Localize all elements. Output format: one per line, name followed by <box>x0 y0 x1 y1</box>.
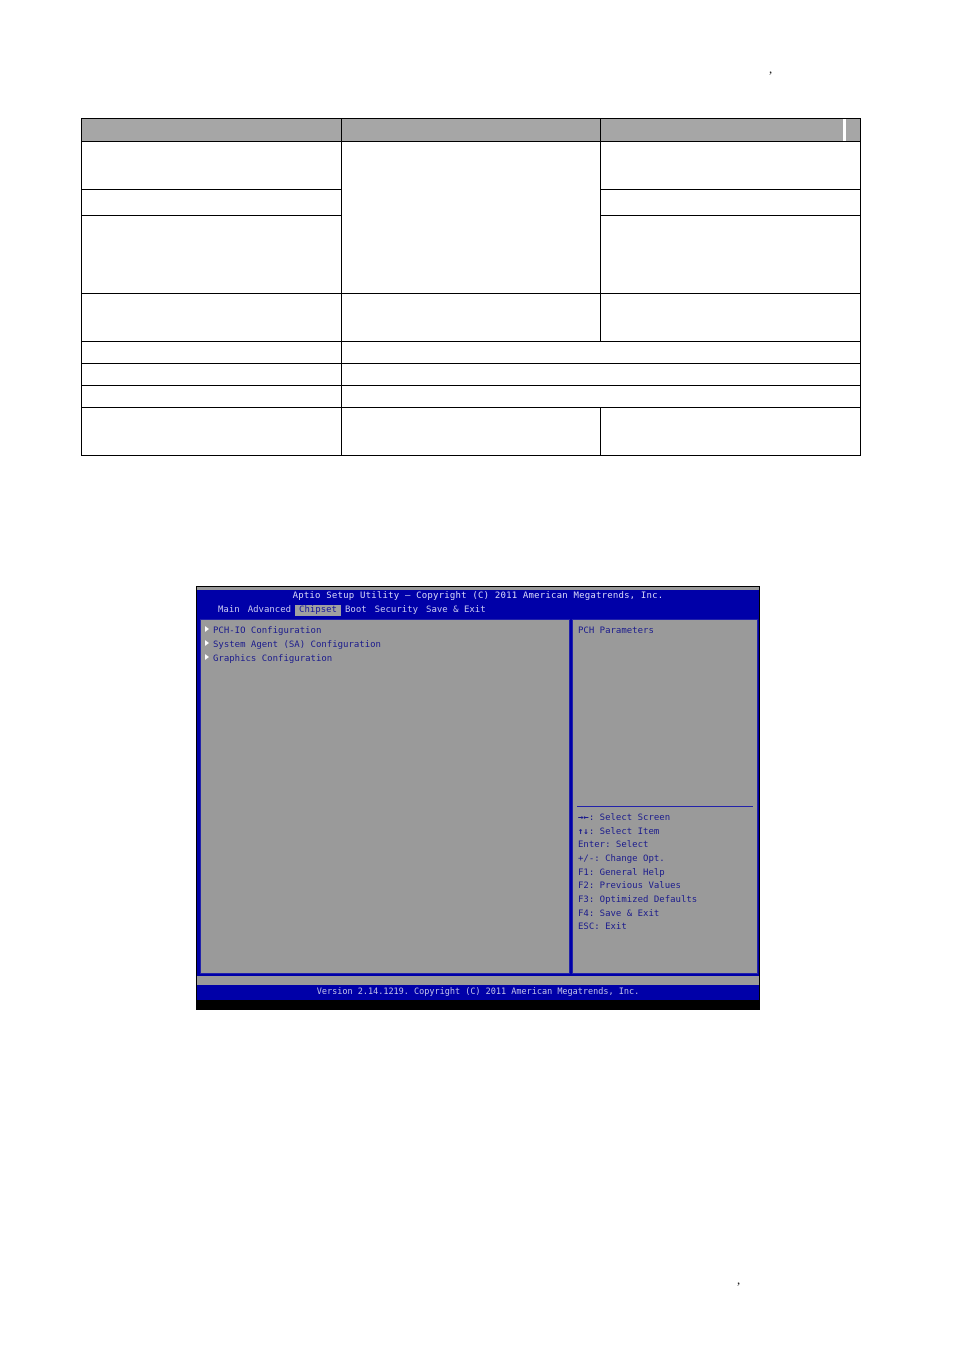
submenu-arrow-icon <box>205 639 209 646</box>
table-cell-merged <box>341 363 861 386</box>
help-key-f2-previous-values: F2: Previous Values <box>578 881 681 892</box>
table-cell-merged <box>341 385 861 408</box>
bios-help-panel: PCH Parameters →←: Select Screen ↑↓: Sel… <box>572 619 758 974</box>
table-cell <box>81 407 342 456</box>
table-header-row <box>81 118 861 142</box>
table-cell <box>341 141 601 294</box>
page-artifact-top: , <box>769 61 773 76</box>
table-row <box>81 363 861 386</box>
help-description: PCH Parameters <box>578 626 654 636</box>
document-table <box>81 118 861 456</box>
bios-title: Aptio Setup Utility – Copyright (C) 2011… <box>292 591 664 601</box>
help-key-list: →←: Select Screen ↑↓: Select Item Enter:… <box>578 812 753 935</box>
table-cell <box>600 215 861 294</box>
bios-bottom-strip <box>197 1000 759 1009</box>
help-panel-divider <box>577 806 753 807</box>
table-row <box>81 407 861 456</box>
bios-gray-strip <box>197 976 759 985</box>
tab-boot[interactable]: Boot <box>341 605 371 617</box>
help-key-esc-exit: ESC: Exit <box>578 922 627 933</box>
bios-body: PCH-IO Configuration System Agent (SA) C… <box>200 619 758 974</box>
tab-advanced[interactable]: Advanced <box>244 605 295 617</box>
arrows-horizontal-icon: →← <box>578 813 589 823</box>
table-row <box>81 341 861 364</box>
arrows-vertical-icon: ↑↓ <box>578 826 589 837</box>
page-artifact-bottom: , <box>737 1272 741 1287</box>
bios-top-stripe <box>197 587 759 590</box>
table-body <box>81 118 861 456</box>
help-key-text: : Select Screen <box>588 813 671 823</box>
table-cell <box>81 363 342 386</box>
help-key-f1-general-help: F1: General Help <box>578 867 665 878</box>
menu-item-pch-io-configuration[interactable]: PCH-IO Configuration <box>205 625 569 639</box>
help-key-change-opt: +/-: Change Opt. <box>578 854 665 865</box>
table-cell <box>600 189 861 216</box>
menu-item-graphics-configuration[interactable]: Graphics Configuration <box>205 653 569 667</box>
table-cell <box>81 293 342 342</box>
help-key-select-screen: →←: Select Screen <box>578 812 753 826</box>
table-cell <box>81 141 342 190</box>
tab-chipset[interactable]: Chipset <box>295 604 341 617</box>
table-cell <box>600 293 861 342</box>
table-row <box>81 293 861 342</box>
table-header-gap <box>843 119 846 141</box>
help-key-select-item: ↑↓: Select Item <box>578 826 753 840</box>
help-key-enter-select: Enter: Select <box>578 840 649 851</box>
table-header-cell <box>81 118 342 142</box>
table-cell <box>600 407 861 456</box>
table-cell <box>81 341 342 364</box>
table-cell <box>341 293 601 342</box>
table-cell-merged <box>341 341 861 364</box>
bios-footer-version: Version 2.14.1219. Copyright (C) 2011 Am… <box>316 986 640 997</box>
table-cell <box>81 215 342 294</box>
submenu-arrow-icon <box>205 626 209 632</box>
help-key-text: : Select Item <box>588 826 660 837</box>
table-row <box>81 141 861 294</box>
tab-security[interactable]: Security <box>371 605 422 617</box>
table-cell <box>81 189 342 216</box>
menu-item-system-agent-sa-configuration[interactable]: System Agent (SA) Configuration <box>205 639 569 653</box>
table-cell <box>81 385 342 408</box>
bios-setup-screen: Aptio Setup Utility – Copyright (C) 2011… <box>196 586 760 1010</box>
tab-main[interactable]: Main <box>214 605 244 617</box>
menu-item-label: PCH-IO Configuration <box>213 626 322 636</box>
table-row <box>81 385 861 408</box>
submenu-arrow-icon <box>205 653 209 660</box>
table-cell <box>341 407 601 456</box>
help-key-f3-optimized-defaults: F3: Optimized Defaults <box>578 895 698 906</box>
table-header-cell <box>341 118 601 142</box>
tab-save-and-exit[interactable]: Save & Exit <box>422 605 490 617</box>
menu-item-label: System Agent (SA) Configuration <box>213 639 381 650</box>
table-cell <box>600 141 861 190</box>
bios-menu-bar: Main Advanced Chipset Boot Security Save… <box>197 604 759 617</box>
table-header-cell <box>600 118 861 142</box>
help-key-f4-save-and-exit: F4: Save & Exit <box>578 908 660 919</box>
bios-settings-panel: PCH-IO Configuration System Agent (SA) C… <box>200 619 570 974</box>
menu-item-label: Graphics Configuration <box>213 653 333 664</box>
